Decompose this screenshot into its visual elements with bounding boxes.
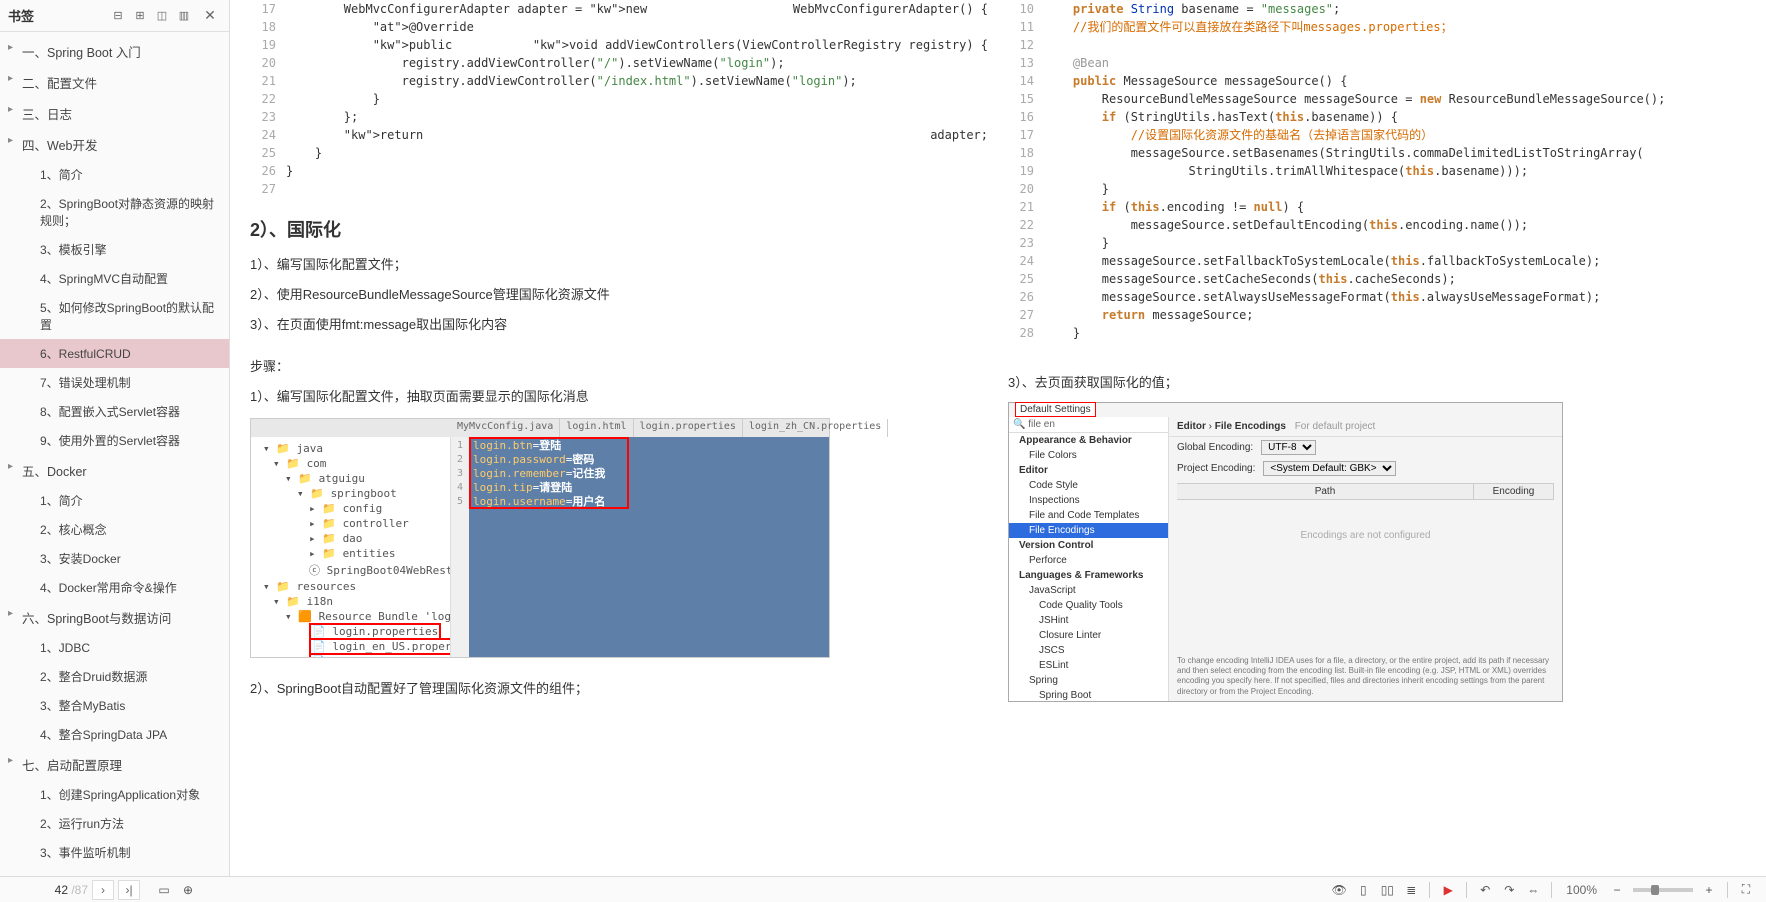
- settings-nav-item[interactable]: Spring Boot: [1009, 688, 1168, 701]
- project-encoding-label: Project Encoding:: [1177, 463, 1255, 474]
- sidebar-item[interactable]: 4、SpringMVC自动配置: [0, 264, 229, 293]
- settings-nav-item[interactable]: ESLint: [1009, 658, 1168, 673]
- page-indicator: /87: [38, 883, 88, 897]
- paragraph: 2）、SpringBoot自动配置好了管理国际化资源文件的组件；: [250, 678, 988, 700]
- settings-nav-item[interactable]: Closure Linter: [1009, 628, 1168, 643]
- rotate-left-icon[interactable]: ↶: [1475, 881, 1495, 899]
- zoom-out-icon[interactable]: −: [1607, 881, 1627, 899]
- sidebar-item[interactable]: 2、运行run方法: [0, 809, 229, 838]
- fullscreen-icon[interactable]: ⛶: [1736, 881, 1756, 899]
- settings-title: Default Settings: [1015, 402, 1096, 417]
- settings-nav-item[interactable]: File Encodings: [1009, 523, 1168, 538]
- sidebar-item[interactable]: 1、简介: [0, 486, 229, 515]
- sidebar-item[interactable]: 3、事件监听机制: [0, 838, 229, 867]
- expand-icon[interactable]: ⊞: [131, 7, 149, 25]
- sidebar-item[interactable]: 5、如何修改SpringBoot的默认配置: [0, 293, 229, 339]
- project-encoding-select[interactable]: <System Default: GBK>: [1263, 461, 1396, 476]
- paragraph: 步骤：: [250, 356, 988, 378]
- single-page-icon[interactable]: ▯: [1353, 881, 1373, 899]
- fit-width-icon[interactable]: ⇔: [1523, 881, 1543, 899]
- settings-nav-item[interactable]: Code Style: [1009, 478, 1168, 493]
- sidebar-item[interactable]: 2、SpringBoot对静态资源的映射规则；: [0, 189, 229, 235]
- paragraph: 1）、编写国际化配置文件，抽取页面需要显示的国际化消息: [250, 386, 988, 408]
- settings-nav-item[interactable]: File and Code Templates: [1009, 508, 1168, 523]
- section-heading: 2）、国际化: [250, 216, 988, 242]
- sidebar-item[interactable]: 2、核心概念: [0, 515, 229, 544]
- sidebar-item[interactable]: 8、配置嵌入式Servlet容器: [0, 397, 229, 426]
- next-page-button[interactable]: ›: [92, 880, 114, 900]
- read-aloud-icon[interactable]: ▶: [1438, 881, 1458, 899]
- sidebar-header: 书签 ⊟ ⊞ ◫ ▥ ✕: [0, 0, 229, 32]
- sidebar-item[interactable]: 3、安装Docker: [0, 544, 229, 573]
- sidebar-item[interactable]: 四、Web开发: [0, 129, 229, 160]
- settings-footer-text: To change encoding IntelliJ IDEA uses fo…: [1169, 652, 1562, 702]
- sidebar-title: 书签: [8, 6, 34, 25]
- bookmarks-sidebar: 书签 ⊟ ⊞ ◫ ▥ ✕ 一、Spring Boot 入门二、配置文件三、日志四…: [0, 0, 230, 876]
- settings-nav-item[interactable]: Languages & Frameworks: [1009, 568, 1168, 583]
- last-page-button[interactable]: ›|: [118, 880, 140, 900]
- rotate-right-icon[interactable]: ↷: [1499, 881, 1519, 899]
- paragraph: 1）、编写国际化配置文件；: [250, 254, 988, 276]
- sidebar-item[interactable]: 一、Spring Boot 入门: [0, 36, 229, 67]
- settings-nav-item[interactable]: Spring: [1009, 673, 1168, 688]
- scroll-icon[interactable]: ≣: [1401, 881, 1421, 899]
- settings-nav-item[interactable]: JSCS: [1009, 643, 1168, 658]
- zoom-slider[interactable]: [1633, 888, 1693, 892]
- sidebar-item[interactable]: 6、RestfulCRUD: [0, 339, 229, 368]
- col-path: Path: [1177, 484, 1474, 499]
- sidebar-item[interactable]: 1、JDBC: [0, 633, 229, 662]
- settings-screenshot: Default Settings 🔍 file en Appearance & …: [1008, 402, 1563, 702]
- sidebar-item[interactable]: 五、Docker: [0, 455, 229, 486]
- settings-nav-item[interactable]: Appearance & Behavior: [1009, 433, 1168, 448]
- settings-nav-item[interactable]: Code Quality Tools: [1009, 598, 1168, 613]
- sidebar-item[interactable]: 3、模板引擎: [0, 235, 229, 264]
- paragraph: 3）、去页面获取国际化的值；: [1008, 372, 1746, 394]
- settings-nav-item[interactable]: JSHint: [1009, 613, 1168, 628]
- sidebar-item[interactable]: 9、使用外置的Servlet容器: [0, 426, 229, 455]
- close-icon[interactable]: ✕: [201, 7, 219, 25]
- global-encoding-label: Global Encoding:: [1177, 442, 1253, 453]
- col-encoding: Encoding: [1474, 484, 1554, 499]
- paragraph: 3）、在页面使用fmt:message取出国际化内容: [250, 314, 988, 336]
- sidebar-item[interactable]: 4、整合SpringData JPA: [0, 720, 229, 749]
- document-content[interactable]: 17 WebMvcConfigurerAdapter adapter = "kw…: [230, 0, 1766, 876]
- settings-breadcrumb: Editor › File Encodings For default proj…: [1169, 417, 1562, 437]
- bookmark-toggle-icon[interactable]: ◫: [153, 7, 171, 25]
- settings-nav-item[interactable]: Perforce: [1009, 553, 1168, 568]
- sidebar-item[interactable]: 1、简介: [0, 160, 229, 189]
- status-bar: /87 › ›| ▭ ⊕ 👁 ▯ ▯▯ ≣ ▶ ↶ ↷ ⇔ 100% − + ⛶: [0, 876, 1766, 902]
- bookmark-list-icon[interactable]: ▥: [175, 7, 193, 25]
- sidebar-item[interactable]: 4、Docker常用命令&操作: [0, 573, 229, 602]
- page-add-icon[interactable]: ⊕: [178, 881, 198, 899]
- settings-nav-item[interactable]: JavaScript: [1009, 583, 1168, 598]
- collapse-icon[interactable]: ⊟: [109, 7, 127, 25]
- zoom-level[interactable]: 100%: [1566, 883, 1597, 897]
- sidebar-item[interactable]: 2、整合Druid数据源: [0, 662, 229, 691]
- sidebar-item[interactable]: 二、配置文件: [0, 67, 229, 98]
- sidebar-item[interactable]: 1、创建SpringApplication对象: [0, 780, 229, 809]
- empty-message: Encodings are not configured: [1177, 500, 1554, 571]
- code-block-left: 17 WebMvcConfigurerAdapter adapter = "kw…: [250, 0, 988, 198]
- sidebar-item[interactable]: 7、错误处理机制: [0, 368, 229, 397]
- eye-icon[interactable]: 👁: [1329, 881, 1349, 899]
- bookmark-tree[interactable]: 一、Spring Boot 入门二、配置文件三、日志四、Web开发1、简介2、S…: [0, 32, 229, 876]
- settings-nav-item[interactable]: Version Control: [1009, 538, 1168, 553]
- two-page-icon[interactable]: ▯▯: [1377, 881, 1397, 899]
- sidebar-item[interactable]: 三、日志: [0, 98, 229, 129]
- page-input[interactable]: [38, 883, 68, 897]
- page-fit-icon[interactable]: ▭: [154, 881, 174, 899]
- settings-nav-item[interactable]: Inspections: [1009, 493, 1168, 508]
- paragraph: 2）、使用ResourceBundleMessageSource管理国际化资源文…: [250, 284, 988, 306]
- global-encoding-select[interactable]: UTF-8: [1261, 440, 1316, 455]
- sidebar-item[interactable]: 六、SpringBoot与数据访问: [0, 602, 229, 633]
- settings-nav-item[interactable]: Editor: [1009, 463, 1168, 478]
- sidebar-item[interactable]: 七、启动配置原理: [0, 749, 229, 780]
- code-block-right: 10 private String basename = "messages";…: [1008, 0, 1746, 342]
- zoom-in-icon[interactable]: +: [1699, 881, 1719, 899]
- ide-screenshot: MyMvcConfig.javalogin.htmllogin.properti…: [250, 418, 830, 658]
- settings-search[interactable]: 🔍 file en: [1009, 417, 1168, 433]
- settings-nav-item[interactable]: File Colors: [1009, 448, 1168, 463]
- sidebar-item[interactable]: 3、整合MyBatis: [0, 691, 229, 720]
